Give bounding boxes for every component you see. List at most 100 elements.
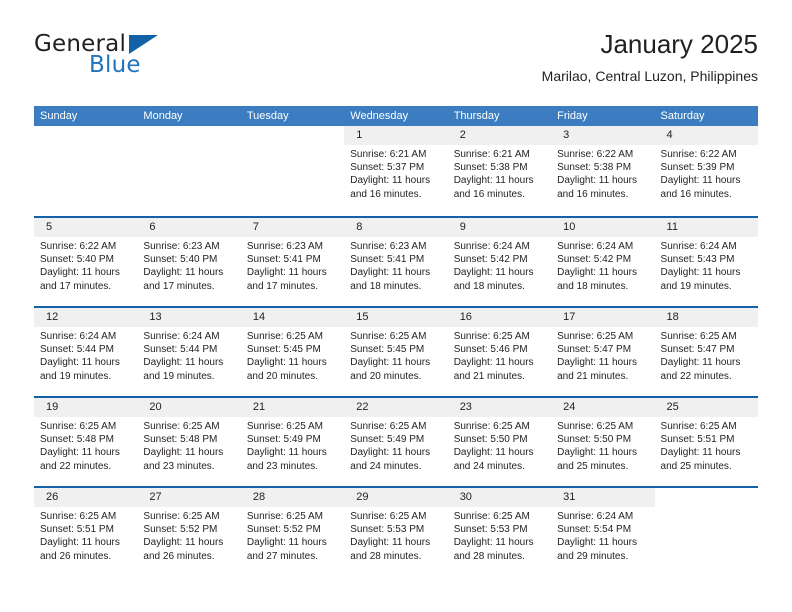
daylight-text: Daylight: 11 hours and 22 minutes. bbox=[660, 357, 741, 382]
calendar-day-cell[interactable]: 19 Sunrise: 6:25 AM Sunset: 5:48 PM Dayligh… bbox=[34, 398, 138, 486]
sunset-text: Sunset: 5:49 PM bbox=[350, 434, 425, 446]
calendar-day-cell[interactable]: 30 Sunrise: 6:25 AM Sunset: 5:53 PM Dayligh… bbox=[447, 488, 552, 576]
sunset-text: Sunset: 5:51 PM bbox=[660, 434, 735, 446]
day-number: 14 bbox=[252, 311, 266, 323]
day-sun-info: Sunrise: 6:22 AM Sunset: 5:38 PM Daylight:… bbox=[557, 148, 648, 201]
calendar-day-cell[interactable]: 11 Sunrise: 6:24 AM Sunset: 5:43 PM Dayligh… bbox=[654, 218, 758, 306]
calendar-day-cell[interactable]: 31 Sunrise: 6:24 AM Sunset: 5:54 PM Dayligh… bbox=[551, 488, 655, 576]
sunrise-text: Sunrise: 6:21 AM bbox=[453, 149, 530, 160]
sunrise-text: Sunrise: 6:25 AM bbox=[350, 331, 427, 342]
day-sun-info: Sunrise: 6:25 AM Sunset: 5:47 PM Daylight:… bbox=[661, 330, 752, 383]
day-number: 10 bbox=[563, 221, 576, 233]
daylight-text: Daylight: 11 hours and 16 minutes. bbox=[557, 175, 637, 200]
calendar-day-cell[interactable]: 18 Sunrise: 6:25 AM Sunset: 5:47 PM Dayligh… bbox=[654, 308, 758, 396]
calendar-day-cell[interactable]: 7 Sunrise: 6:23 AM Sunset: 5:41 PM Daylight… bbox=[240, 218, 345, 306]
daylight-text: Daylight: 11 hours and 17 minutes. bbox=[246, 267, 327, 292]
calendar-day-cell[interactable]: 5 Sunrise: 6:22 AM Sunset: 5:40 PM Daylight… bbox=[34, 218, 138, 306]
day-number: 4 bbox=[666, 129, 673, 141]
calendar-day-cell-empty bbox=[240, 126, 345, 216]
day-sun-info: Sunrise: 6:25 AM Sunset: 5:48 PM Daylight:… bbox=[143, 420, 234, 473]
sunset-text: Sunset: 5:38 PM bbox=[453, 162, 528, 174]
day-number: 30 bbox=[459, 491, 472, 503]
day-number: 29 bbox=[356, 491, 369, 503]
day-sun-info: Sunrise: 6:25 AM Sunset: 5:52 PM Daylight:… bbox=[143, 510, 234, 563]
calendar-day-cell[interactable]: 6 Sunrise: 6:23 AM Sunset: 5:40 PM Daylight… bbox=[137, 218, 241, 306]
calendar-day-cell[interactable]: 27 Sunrise: 6:25 AM Sunset: 5:52 PM Dayligh… bbox=[137, 488, 241, 576]
sunset-text: Sunset: 5:53 PM bbox=[453, 524, 528, 536]
calendar-day-cell[interactable]: 16 Sunrise: 6:25 AM Sunset: 5:46 PM Dayligh… bbox=[447, 308, 552, 396]
calendar-day-cell[interactable]: 21 Sunrise: 6:25 AM Sunset: 5:49 PM Dayligh… bbox=[240, 398, 345, 486]
daylight-text: Daylight: 11 hours and 17 minutes. bbox=[143, 267, 224, 292]
day-sun-info: Sunrise: 6:24 AM Sunset: 5:42 PM Daylight:… bbox=[557, 240, 648, 293]
calendar-day-cell[interactable]: 26 Sunrise: 6:25 AM Sunset: 5:51 PM Dayligh… bbox=[34, 488, 138, 576]
calendar-day-cell[interactable]: 9 Sunrise: 6:24 AM Sunset: 5:42 PM Daylight… bbox=[447, 218, 552, 306]
sunset-text: Sunset: 5:51 PM bbox=[40, 524, 114, 536]
sunset-text: Sunset: 5:44 PM bbox=[143, 344, 218, 356]
day-number: 27 bbox=[149, 491, 162, 503]
sunset-text: Sunset: 5:48 PM bbox=[143, 434, 218, 446]
calendar-day-cell-empty bbox=[34, 126, 138, 216]
calendar-day-cell[interactable]: 20 Sunrise: 6:25 AM Sunset: 5:48 PM Dayligh… bbox=[137, 398, 241, 486]
weekday-header-row: Sunday Monday Tuesday Wednesday Thursday… bbox=[34, 106, 758, 126]
calendar-week-row: 12 Sunrise: 6:24 AM Sunset: 5:44 PM Dayligh… bbox=[34, 306, 758, 396]
daylight-text: Daylight: 11 hours and 19 minutes. bbox=[40, 357, 120, 382]
sunrise-text: Sunrise: 6:24 AM bbox=[557, 241, 634, 252]
day-sun-info: Sunrise: 6:25 AM Sunset: 5:53 PM Daylight:… bbox=[454, 510, 545, 563]
daylight-text: Daylight: 11 hours and 21 minutes. bbox=[557, 357, 637, 382]
calendar-day-cell[interactable]: 28 Sunrise: 6:25 AM Sunset: 5:52 PM Dayligh… bbox=[240, 488, 345, 576]
calendar-day-cell[interactable]: 1 Sunrise: 6:21 AM Sunset: 5:37 PM Daylight… bbox=[344, 126, 448, 216]
calendar-day-cell[interactable]: 2 Sunrise: 6:21 AM Sunset: 5:38 PM Daylight… bbox=[447, 126, 552, 216]
sunset-text: Sunset: 5:52 PM bbox=[143, 524, 218, 536]
calendar-day-cell[interactable]: 8 Sunrise: 6:23 AM Sunset: 5:41 PM Daylight… bbox=[344, 218, 448, 306]
calendar-day-cell[interactable]: 14 Sunrise: 6:25 AM Sunset: 5:45 PM Dayligh… bbox=[240, 308, 345, 396]
day-number: 2 bbox=[459, 129, 466, 141]
calendar-day-cell[interactable]: 29 Sunrise: 6:25 AM Sunset: 5:53 PM Dayligh… bbox=[344, 488, 448, 576]
sunrise-text: Sunrise: 6:25 AM bbox=[557, 331, 634, 342]
sunrise-text: Sunrise: 6:25 AM bbox=[557, 421, 634, 432]
calendar-day-cell[interactable]: 17 Sunrise: 6:25 AM Sunset: 5:47 PM Dayligh… bbox=[551, 308, 655, 396]
sunrise-text: Sunrise: 6:25 AM bbox=[246, 331, 323, 342]
day-sun-info: Sunrise: 6:25 AM Sunset: 5:49 PM Daylight:… bbox=[350, 420, 441, 473]
sunset-text: Sunset: 5:54 PM bbox=[557, 524, 632, 536]
calendar-day-cell[interactable]: 10 Sunrise: 6:24 AM Sunset: 5:42 PM Dayligh… bbox=[551, 218, 655, 306]
sunrise-text: Sunrise: 6:25 AM bbox=[40, 421, 117, 432]
weekday-header-friday: Friday bbox=[557, 110, 588, 122]
calendar-day-cell[interactable]: 23 Sunrise: 6:25 AM Sunset: 5:50 PM Dayligh… bbox=[447, 398, 552, 486]
sunset-text: Sunset: 5:48 PM bbox=[40, 434, 114, 446]
sunset-text: Sunset: 5:50 PM bbox=[557, 434, 632, 446]
weekday-header-thursday: Thursday bbox=[453, 110, 500, 122]
sunset-text: Sunset: 5:42 PM bbox=[453, 254, 528, 266]
daylight-text: Daylight: 11 hours and 18 minutes. bbox=[453, 267, 534, 292]
calendar-day-cell[interactable]: 15 Sunrise: 6:25 AM Sunset: 5:45 PM Dayligh… bbox=[344, 308, 448, 396]
day-sun-info: Sunrise: 6:25 AM Sunset: 5:46 PM Daylight:… bbox=[454, 330, 545, 383]
day-sun-info: Sunrise: 6:25 AM Sunset: 5:52 PM Daylight:… bbox=[247, 510, 338, 563]
day-sun-info: Sunrise: 6:21 AM Sunset: 5:38 PM Daylight:… bbox=[454, 148, 545, 201]
sunrise-text: Sunrise: 6:25 AM bbox=[453, 331, 530, 342]
day-number: 11 bbox=[666, 221, 678, 233]
day-sun-info: Sunrise: 6:23 AM Sunset: 5:40 PM Daylight:… bbox=[143, 240, 234, 293]
day-sun-info: Sunrise: 6:22 AM Sunset: 5:39 PM Daylight:… bbox=[661, 148, 752, 201]
day-number: 6 bbox=[149, 221, 156, 233]
daylight-text: Daylight: 11 hours and 18 minutes. bbox=[557, 267, 637, 292]
sunrise-text: Sunrise: 6:24 AM bbox=[557, 511, 634, 522]
sunset-text: Sunset: 5:41 PM bbox=[350, 254, 425, 266]
day-number: 22 bbox=[356, 401, 369, 413]
daylight-text: Daylight: 11 hours and 17 minutes. bbox=[40, 267, 120, 292]
calendar-day-cell[interactable]: 12 Sunrise: 6:24 AM Sunset: 5:44 PM Dayligh… bbox=[34, 308, 138, 396]
calendar-day-cell[interactable]: 22 Sunrise: 6:25 AM Sunset: 5:49 PM Dayligh… bbox=[344, 398, 448, 486]
calendar-day-cell[interactable]: 13 Sunrise: 6:24 AM Sunset: 5:44 PM Dayligh… bbox=[137, 308, 241, 396]
day-sun-info: Sunrise: 6:25 AM Sunset: 5:45 PM Daylight:… bbox=[247, 330, 338, 383]
calendar-day-cell[interactable]: 25 Sunrise: 6:25 AM Sunset: 5:51 PM Dayligh… bbox=[654, 398, 758, 486]
sunset-text: Sunset: 5:42 PM bbox=[557, 254, 632, 266]
calendar-day-cell[interactable]: 24 Sunrise: 6:25 AM Sunset: 5:50 PM Dayligh… bbox=[551, 398, 655, 486]
sunrise-text: Sunrise: 6:24 AM bbox=[660, 241, 737, 252]
sunset-text: Sunset: 5:44 PM bbox=[40, 344, 114, 356]
calendar-day-cell[interactable]: 4 Sunrise: 6:22 AM Sunset: 5:39 PM Daylight… bbox=[654, 126, 758, 216]
day-number-band bbox=[34, 126, 137, 145]
daylight-text: Daylight: 11 hours and 16 minutes. bbox=[660, 175, 741, 200]
day-number: 5 bbox=[46, 221, 53, 233]
calendar-day-cell[interactable]: 3 Sunrise: 6:22 AM Sunset: 5:38 PM Daylight… bbox=[551, 126, 655, 216]
sunrise-text: Sunrise: 6:25 AM bbox=[660, 331, 737, 342]
day-sun-info: Sunrise: 6:25 AM Sunset: 5:45 PM Daylight:… bbox=[350, 330, 441, 383]
sunrise-text: Sunrise: 6:23 AM bbox=[143, 241, 220, 252]
